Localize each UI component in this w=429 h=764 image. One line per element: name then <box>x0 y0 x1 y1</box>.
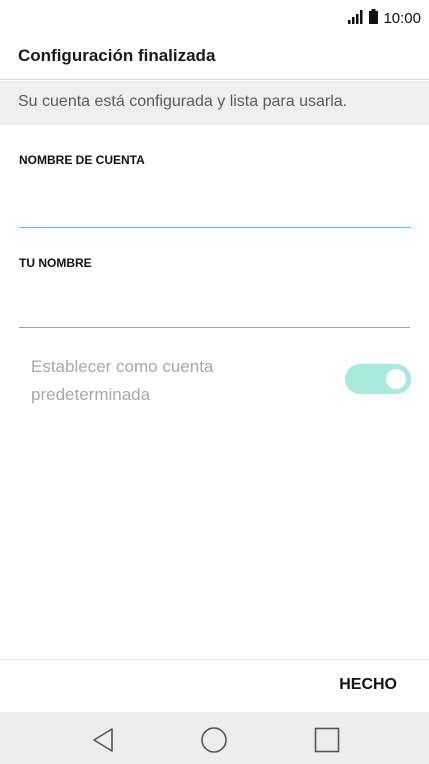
status-bar: 10:00 <box>0 0 429 36</box>
footer-divider <box>0 659 429 660</box>
banner-message: Su cuenta está configurada y lista para … <box>18 93 348 110</box>
default-account-toggle[interactable] <box>345 364 411 394</box>
recents-icon[interactable] <box>312 725 342 755</box>
default-account-label: Establecer como cuenta predeterminada <box>31 357 214 404</box>
account-name-input[interactable] <box>19 188 410 228</box>
navigation-bar <box>0 712 429 764</box>
toggle-knob <box>386 369 406 389</box>
signal-icon <box>348 9 364 29</box>
your-name-input[interactable] <box>19 288 410 328</box>
your-name-label: TU NOMBRE <box>19 256 92 270</box>
done-button[interactable]: HECHO <box>339 676 397 694</box>
account-name-label: NOMBRE DE CUENTA <box>19 153 145 167</box>
status-time: 10:00 <box>383 10 421 27</box>
status-icons: 10:00 <box>348 9 421 29</box>
back-icon[interactable] <box>88 725 118 755</box>
app-header: Configuración finalizada <box>0 36 429 80</box>
battery-icon <box>369 9 379 29</box>
page-title: Configuración finalizada <box>18 46 216 65</box>
home-icon[interactable] <box>199 725 229 755</box>
info-banner: Su cuenta está configurada y lista para … <box>0 81 429 125</box>
